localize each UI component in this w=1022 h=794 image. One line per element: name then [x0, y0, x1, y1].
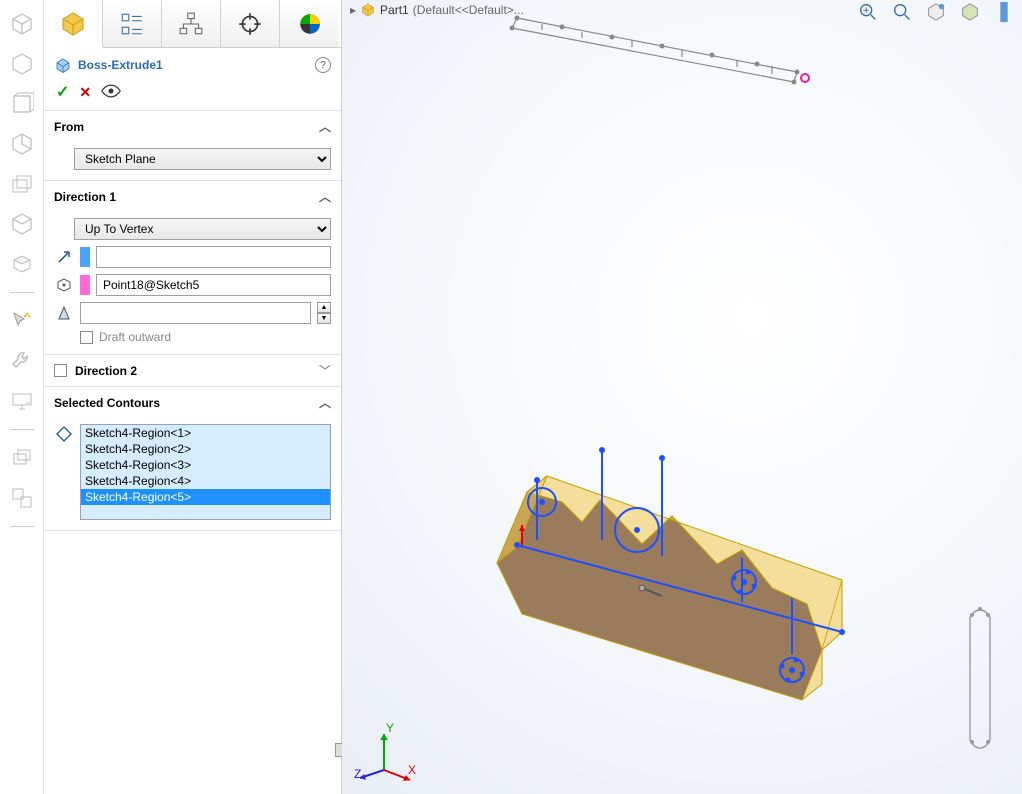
- contour-diamond-icon[interactable]: [54, 424, 74, 444]
- cursor-star-icon[interactable]: [6, 305, 38, 337]
- wrench-icon[interactable]: [6, 345, 38, 377]
- feature-header: Boss-Extrude1 ?: [44, 48, 341, 78]
- contour-item[interactable]: Sketch4-Region<5>: [81, 489, 330, 505]
- selected-contours-header[interactable]: Selected Contours ︿: [44, 387, 341, 418]
- view-triad[interactable]: Y X Z: [352, 722, 416, 786]
- model-canvas: [342, 0, 1022, 794]
- cancel-button[interactable]: ✕: [79, 84, 91, 101]
- direction1-label: Direction 1: [54, 190, 116, 204]
- direction2-section: Direction 2 ﹀: [44, 355, 341, 387]
- direction2-label: Direction 2: [75, 364, 137, 378]
- direction2-section-header[interactable]: Direction 2 ﹀: [44, 355, 341, 386]
- contour-item[interactable]: Sketch4-Region<3>: [81, 457, 330, 473]
- vertex-field[interactable]: [96, 274, 331, 296]
- direction1-section-header[interactable]: Direction 1 ︿: [44, 181, 341, 212]
- tab-target[interactable]: [221, 0, 280, 47]
- svg-text:X: X: [408, 763, 416, 777]
- reverse-direction-icon[interactable]: [54, 247, 74, 267]
- tab-feature[interactable]: [44, 1, 103, 48]
- selected-contours-label: Selected Contours: [54, 396, 160, 410]
- panel-tabs: [44, 0, 341, 48]
- chevron-up-icon: ︿: [319, 394, 331, 411]
- separator: [10, 429, 34, 430]
- direction2-checkbox[interactable]: [54, 364, 67, 377]
- left-command-bar: [0, 0, 44, 794]
- color-sphere-icon: [297, 11, 323, 37]
- chevron-up-icon: ︿: [319, 188, 331, 205]
- graphics-viewport[interactable]: ▸ Part1 (Default<<Default>...: [342, 0, 1022, 794]
- from-plane-select[interactable]: Sketch Plane: [74, 148, 331, 170]
- vertex-target-icon[interactable]: [54, 275, 74, 295]
- property-panel: Boss-Extrude1 ? ✓ ✕ From ︿ Sketch Plane …: [44, 0, 342, 794]
- hierarchy-icon: [178, 11, 204, 37]
- action-row: ✓ ✕: [44, 78, 341, 111]
- target-icon: [237, 11, 263, 37]
- from-label: From: [54, 120, 84, 134]
- direction-swatch: [80, 247, 90, 267]
- end-condition-select[interactable]: Up To Vertex: [74, 218, 331, 240]
- vertex-swatch: [80, 275, 90, 295]
- tab-tree[interactable]: [103, 0, 162, 47]
- monitor-icon[interactable]: [6, 385, 38, 417]
- tab-hierarchy[interactable]: [162, 0, 221, 47]
- separator: [10, 526, 34, 527]
- separator: [10, 292, 34, 293]
- contour-item[interactable]: Sketch4-Region<2>: [81, 441, 330, 457]
- cube-variant2-icon[interactable]: [6, 88, 38, 120]
- draft-spinner[interactable]: ▲▼: [317, 302, 331, 324]
- feature-name: Boss-Extrude1: [78, 58, 309, 72]
- feature-cube-icon: [57, 8, 89, 40]
- extrude-icon: [54, 56, 72, 74]
- preview-button[interactable]: [101, 84, 121, 101]
- cube-variant5-icon[interactable]: [6, 208, 38, 240]
- windows-stack-icon[interactable]: [6, 442, 38, 474]
- contour-list[interactable]: Sketch4-Region<1>Sketch4-Region<2>Sketch…: [80, 424, 331, 520]
- contour-item[interactable]: Sketch4-Region<1>: [81, 425, 330, 441]
- chevron-up-icon: ︿: [319, 118, 331, 135]
- selected-contours-section: Selected Contours ︿ Sketch4-Region<1>Ske…: [44, 387, 341, 531]
- draft-outward-label: Draft outward: [99, 330, 171, 344]
- direction-vector-field[interactable]: [96, 246, 331, 268]
- direction1-section: Direction 1 ︿ Up To Vertex: [44, 181, 341, 355]
- cube-variant6-icon[interactable]: [6, 248, 38, 280]
- cube-variant3-icon[interactable]: [6, 128, 38, 160]
- cube-variant1-icon[interactable]: [6, 48, 38, 80]
- draft-icon[interactable]: [54, 303, 74, 323]
- ok-button[interactable]: ✓: [56, 82, 69, 102]
- tree-list-icon: [119, 11, 145, 37]
- from-section-header[interactable]: From ︿: [44, 111, 341, 142]
- contour-item[interactable]: Sketch4-Region<4>: [81, 473, 330, 489]
- draft-outward-checkbox[interactable]: [80, 331, 93, 344]
- chevron-down-icon: ﹀: [319, 362, 331, 379]
- help-icon[interactable]: ?: [315, 57, 331, 73]
- cube-variant4-icon[interactable]: [6, 168, 38, 200]
- from-section: From ︿ Sketch Plane: [44, 111, 341, 181]
- cube-default-icon[interactable]: [6, 8, 38, 40]
- windows-overlap-icon[interactable]: [6, 482, 38, 514]
- tab-appearance[interactable]: [280, 0, 339, 47]
- svg-text:Y: Y: [386, 722, 394, 735]
- draft-angle-field[interactable]: [80, 302, 311, 324]
- svg-text:Z: Z: [354, 767, 361, 781]
